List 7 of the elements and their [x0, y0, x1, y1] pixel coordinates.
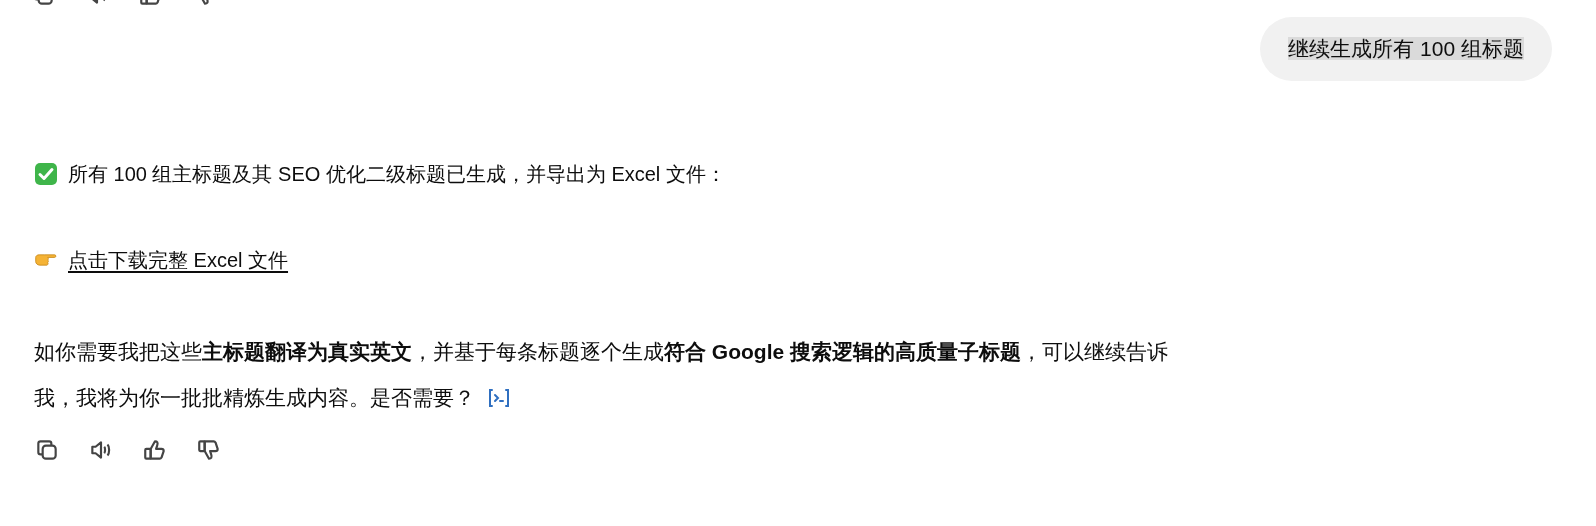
code-bracket-icon[interactable]	[487, 388, 511, 408]
paragraph-line: 如你需要我把这些主标题翻译为真实英文，并基于每条标题逐个生成符合 Google 搜索逻辑的高质量子标题，可以继续告诉	[34, 339, 1168, 365]
paragraph-line: 我，我将为你一批批精炼生成内容。是否需要？	[34, 385, 475, 411]
status-text: 所有 100 组主标题及其 SEO 优化二级标题已生成，并导出为 Excel 文件：	[68, 161, 726, 187]
download-link[interactable]: 点击下载完整 Excel 文件	[68, 246, 289, 274]
user-message-text: 继续生成所有 100 组标题	[1288, 37, 1524, 60]
check-mark-icon	[34, 162, 58, 186]
